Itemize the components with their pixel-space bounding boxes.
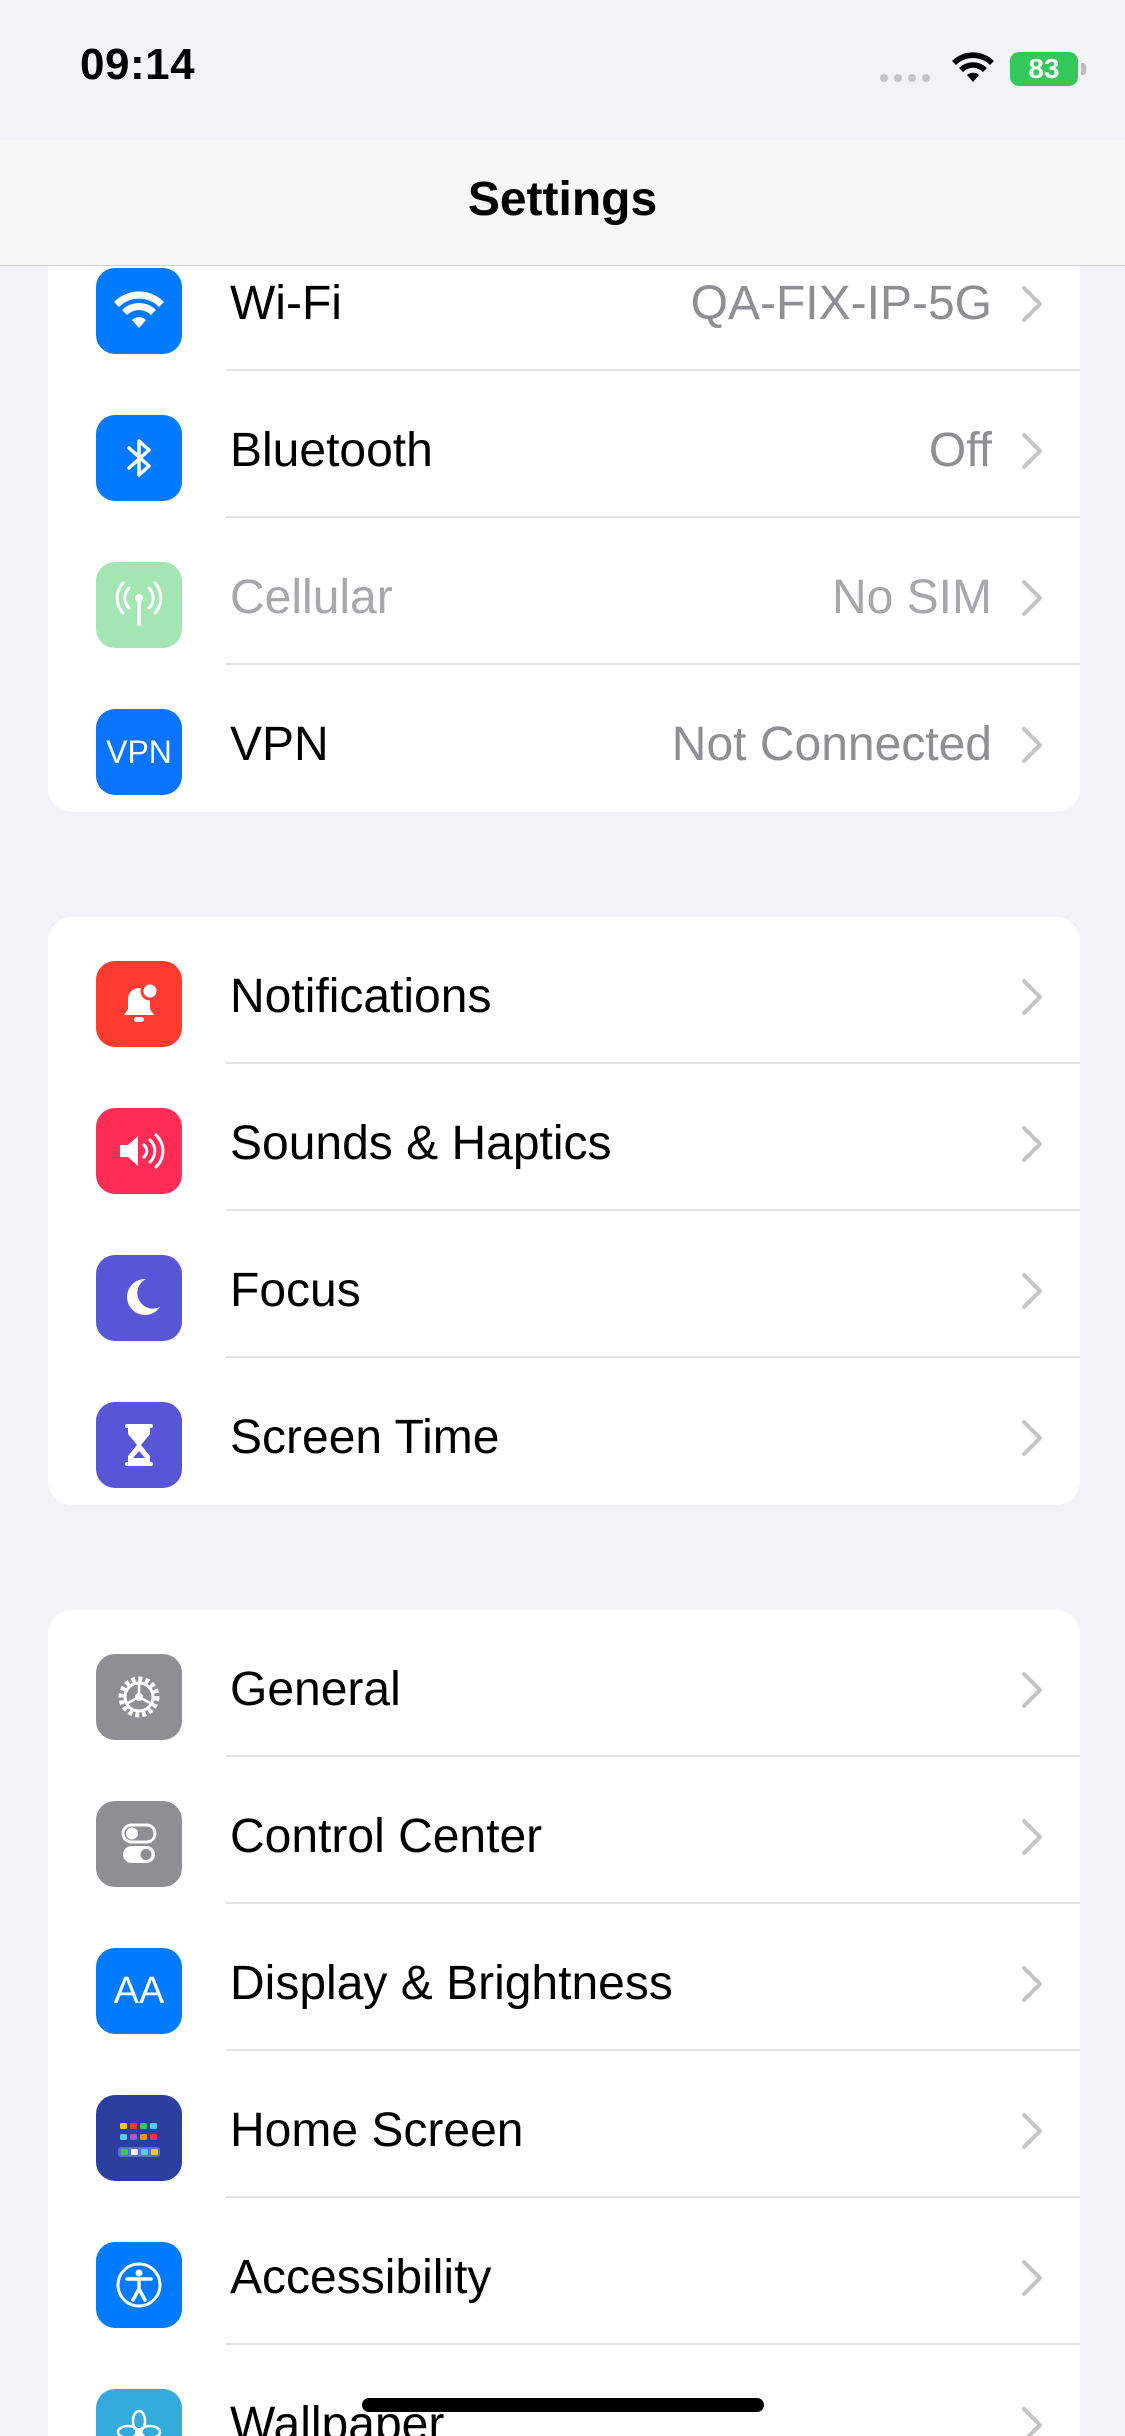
notifications-group: Notifications Sounds & Haptics Focus Scr…: [48, 917, 1080, 1505]
chevron-right-icon: [1022, 286, 1042, 322]
chevron-right-icon: [1022, 1672, 1042, 1708]
chevron-right-icon: [1022, 727, 1042, 763]
connectivity-group: Wi-Fi QA-FIX-IP-5G Bluetooth Off Cellula…: [48, 266, 1080, 812]
row-value: Not Connected: [671, 718, 992, 771]
settings-list[interactable]: Wi-Fi QA-FIX-IP-5G Bluetooth Off Cellula…: [0, 266, 1125, 2436]
row-label: VPN: [230, 718, 329, 771]
status-time: 09:14: [80, 40, 196, 89]
accessibility-icon: [96, 2242, 182, 2328]
settings-row-sounds-haptics[interactable]: Sounds & Haptics: [48, 1064, 1080, 1211]
chevron-right-icon: [1022, 979, 1042, 1015]
page-title: Settings: [467, 173, 658, 226]
speaker-icon: [96, 1108, 182, 1194]
battery-level: 83: [1028, 53, 1060, 84]
row-value: QA-FIX-IP-5G: [690, 277, 992, 330]
chevron-right-icon: [1022, 1966, 1042, 2002]
chevron-right-icon: [1022, 2113, 1042, 2149]
settings-row-screen-time[interactable]: Screen Time: [48, 1358, 1080, 1505]
chevron-right-icon: [1022, 1420, 1042, 1456]
settings-row-vpn[interactable]: VPN VPN Not Connected: [48, 665, 1080, 812]
text-size-icon-text: AA: [113, 1969, 165, 2012]
row-label: Display & Brightness: [230, 1957, 673, 2010]
status-bar: 09:14 83: [0, 0, 1125, 140]
vpn-icon: VPN: [96, 709, 182, 795]
row-label: Home Screen: [230, 2104, 524, 2157]
row-label: General: [230, 1663, 401, 1716]
row-label: Wi-Fi: [230, 277, 342, 330]
navigation-bar: Settings: [0, 140, 1125, 266]
row-label: Sounds & Haptics: [230, 1117, 612, 1170]
row-label: Control Center: [230, 1810, 543, 1863]
wifi-status-icon: [952, 52, 994, 82]
moon-icon: [96, 1255, 182, 1341]
settings-row-wallpaper[interactable]: Wallpaper: [48, 2345, 1080, 2436]
toggles-icon: [96, 1801, 182, 1887]
cellular-antenna-icon: [96, 562, 182, 648]
settings-row-control-center[interactable]: Control Center: [48, 1757, 1080, 1904]
row-label: Cellular: [230, 571, 393, 624]
chevron-right-icon: [1022, 2260, 1042, 2296]
settings-row-focus[interactable]: Focus: [48, 1211, 1080, 1358]
row-label: Focus: [230, 1264, 361, 1317]
flower-icon: [96, 2389, 182, 2436]
row-value: Off: [928, 424, 992, 477]
chevron-right-icon: [1022, 1126, 1042, 1162]
settings-row-bluetooth[interactable]: Bluetooth Off: [48, 371, 1080, 518]
settings-row-notifications[interactable]: Notifications: [48, 917, 1080, 1064]
settings-row-accessibility[interactable]: Accessibility: [48, 2198, 1080, 2345]
text-size-icon: AA: [96, 1948, 182, 2034]
battery-icon: 83: [1010, 52, 1086, 86]
settings-row-display-brightness[interactable]: AA Display & Brightness: [48, 1904, 1080, 2051]
row-label: Bluetooth: [230, 424, 433, 477]
wifi-icon: [96, 268, 182, 354]
home-indicator[interactable]: [362, 2398, 764, 2412]
row-label: Notifications: [230, 970, 492, 1023]
row-value: No SIM: [831, 571, 992, 624]
chevron-right-icon: [1022, 2407, 1042, 2436]
cellular-signal-icon: [880, 74, 930, 82]
hourglass-icon: [96, 1402, 182, 1488]
chevron-right-icon: [1022, 580, 1042, 616]
row-label: Accessibility: [230, 2251, 492, 2304]
settings-row-cellular[interactable]: Cellular No SIM: [48, 518, 1080, 665]
gear-icon: [96, 1654, 182, 1740]
chevron-right-icon: [1022, 1273, 1042, 1309]
general-group: General Control Center AA Display & Brig…: [48, 1610, 1080, 2436]
chevron-right-icon: [1022, 1819, 1042, 1855]
chevron-right-icon: [1022, 433, 1042, 469]
bluetooth-icon: [96, 415, 182, 501]
row-label: Screen Time: [230, 1411, 500, 1464]
settings-row-home-screen[interactable]: Home Screen: [48, 2051, 1080, 2198]
settings-row-general[interactable]: General: [48, 1610, 1080, 1757]
settings-row-wifi[interactable]: Wi-Fi QA-FIX-IP-5G: [48, 266, 1080, 371]
vpn-icon-text: VPN: [106, 733, 172, 770]
bell-icon: [96, 961, 182, 1047]
app-grid-icon: [96, 2095, 182, 2181]
